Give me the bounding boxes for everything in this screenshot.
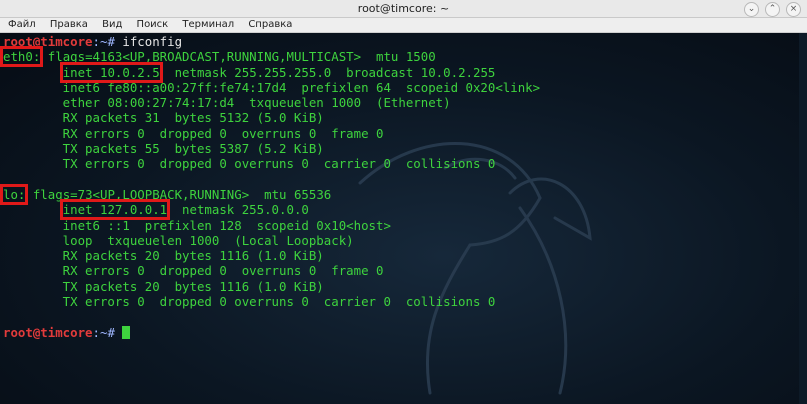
prompt-path: :~# [92,34,115,49]
prompt-user: root@timcore [3,324,93,340]
close-icon[interactable]: × [786,2,801,17]
eth0-line: TX errors 0 dropped 0 overruns 0 carrier… [3,156,496,172]
minimize-icon[interactable]: ⌄ [744,2,759,17]
window-titlebar: root@timcore: ~ ⌄ ⌃ × [0,0,807,18]
lo-inet-rest: netmask 255.0.0.0 [167,202,309,218]
menu-file[interactable]: Файл [8,19,36,30]
lo-flags: flags=73<UP,LOOPBACK,RUNNING> mtu 65536 [25,186,332,202]
eth0-inet-rest: netmask 255.255.255.0 broadcast 10.0.2.2… [159,64,496,80]
lo-line: TX errors 0 dropped 0 overruns 0 carrier… [3,294,496,310]
menu-search[interactable]: Поиск [137,19,169,30]
eth0-line: RX errors 0 dropped 0 overruns 0 frame 0 [3,125,384,141]
terminal-output: root@timcore:~# ifconfig eth0: flags=416… [0,34,541,340]
lo-line: TX packets 20 bytes 1116 (1.0 KiB) [3,278,324,294]
menu-terminal[interactable]: Терминал [182,19,234,30]
eth0-line: TX packets 55 bytes 5387 (5.2 KiB) [3,141,324,157]
lo-inet-highlight: inet 127.0.0.1 [59,199,171,221]
eth0-inet-highlight: inet 10.0.2.5 [59,61,163,83]
iface-lo-name: lo: [0,183,29,205]
text-cursor [122,325,131,339]
eth0-flags: flags=4163<UP,BROADCAST,RUNNING,MULTICAS… [40,49,436,65]
prompt-path: :~# [92,324,115,340]
maximize-icon[interactable]: ⌃ [765,2,780,17]
menu-bar: Файл Правка Вид Поиск Терминал Справка [0,18,807,33]
lo-line: loop txqueuelen 1000 (Local Loopback) [3,232,354,248]
eth0-line: RX packets 31 bytes 5132 (5.0 KiB) [3,110,324,126]
eth0-line: inet6 fe80::a00:27ff:fe74:17d4 prefixlen… [3,79,541,95]
menu-view[interactable]: Вид [102,19,122,30]
eth0-line: ether 08:00:27:74:17:d4 txqueuelen 1000 … [3,95,451,111]
prompt-user: root@timcore [3,34,93,49]
menu-help[interactable]: Справка [248,19,292,30]
menu-edit[interactable]: Правка [50,19,88,30]
lo-line: RX packets 20 bytes 1116 (1.0 KiB) [3,248,324,264]
window-controls: ⌄ ⌃ × [744,2,801,17]
window-title: root@timcore: ~ [357,2,450,15]
iface-eth0-name: eth0: [0,46,44,68]
terminal-area[interactable]: root@timcore:~# ifconfig eth0: flags=416… [0,33,807,404]
scrollbar[interactable] [799,33,807,404]
lo-line: inet6 ::1 prefixlen 128 scopeid 0x10<hos… [3,217,391,233]
command-text: ifconfig [114,34,183,49]
lo-line: RX errors 0 dropped 0 overruns 0 frame 0 [3,263,384,279]
